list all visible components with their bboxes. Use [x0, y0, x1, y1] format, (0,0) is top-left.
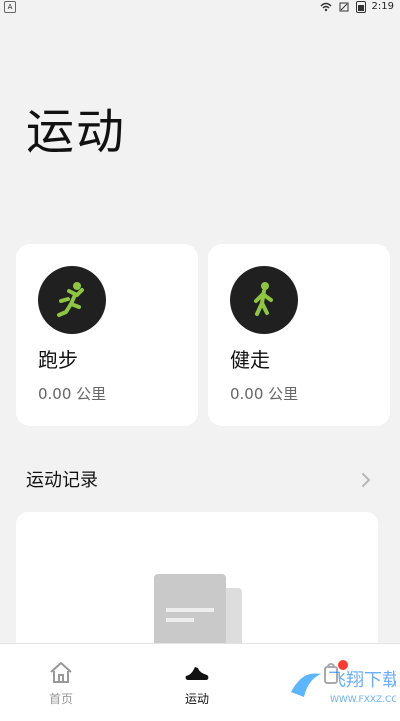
- chevron-right-icon[interactable]: [356, 470, 376, 490]
- running-title: 跑步: [38, 348, 78, 372]
- wifi-icon: [320, 2, 332, 12]
- walking-card[interactable]: 健走 0.00 公里: [208, 244, 390, 426]
- walking-distance: 0.00 公里: [230, 385, 299, 403]
- running-distance: 0.00 公里: [38, 385, 107, 403]
- battery-icon: [355, 1, 366, 13]
- shoe-icon: [185, 667, 209, 680]
- home-icon: [50, 662, 72, 683]
- records-header[interactable]: 运动记录: [26, 468, 376, 496]
- nav-home[interactable]: 首页: [26, 659, 96, 711]
- time: 2:19: [371, 1, 394, 12]
- records-title: 运动记录: [26, 470, 98, 491]
- page-title: 运动: [26, 104, 127, 160]
- notification-badge: [338, 660, 348, 670]
- status-left-icon: A: [4, 1, 16, 13]
- walking-icon: [230, 266, 298, 334]
- running-figure-icon: [57, 282, 84, 317]
- records-card: [16, 512, 378, 657]
- status-bar: A 2:19: [0, 0, 400, 14]
- nav-sport[interactable]: 运动: [162, 659, 232, 711]
- nav-sport-label: 运动: [184, 692, 209, 706]
- nav-bag[interactable]: [296, 659, 366, 711]
- nav-home-label: 首页: [48, 692, 73, 706]
- status-icons: 2:19: [320, 1, 394, 13]
- activity-cards: 跑步 0.00 公里 健走 0.00 公里: [16, 244, 390, 426]
- sim-icon: [339, 2, 349, 12]
- bottom-navigation: 首页 运动: [0, 643, 400, 721]
- running-icon: [38, 266, 106, 334]
- walking-figure-icon: [254, 282, 273, 316]
- walking-title: 健走: [230, 348, 270, 372]
- running-card[interactable]: 跑步 0.00 公里: [16, 244, 198, 426]
